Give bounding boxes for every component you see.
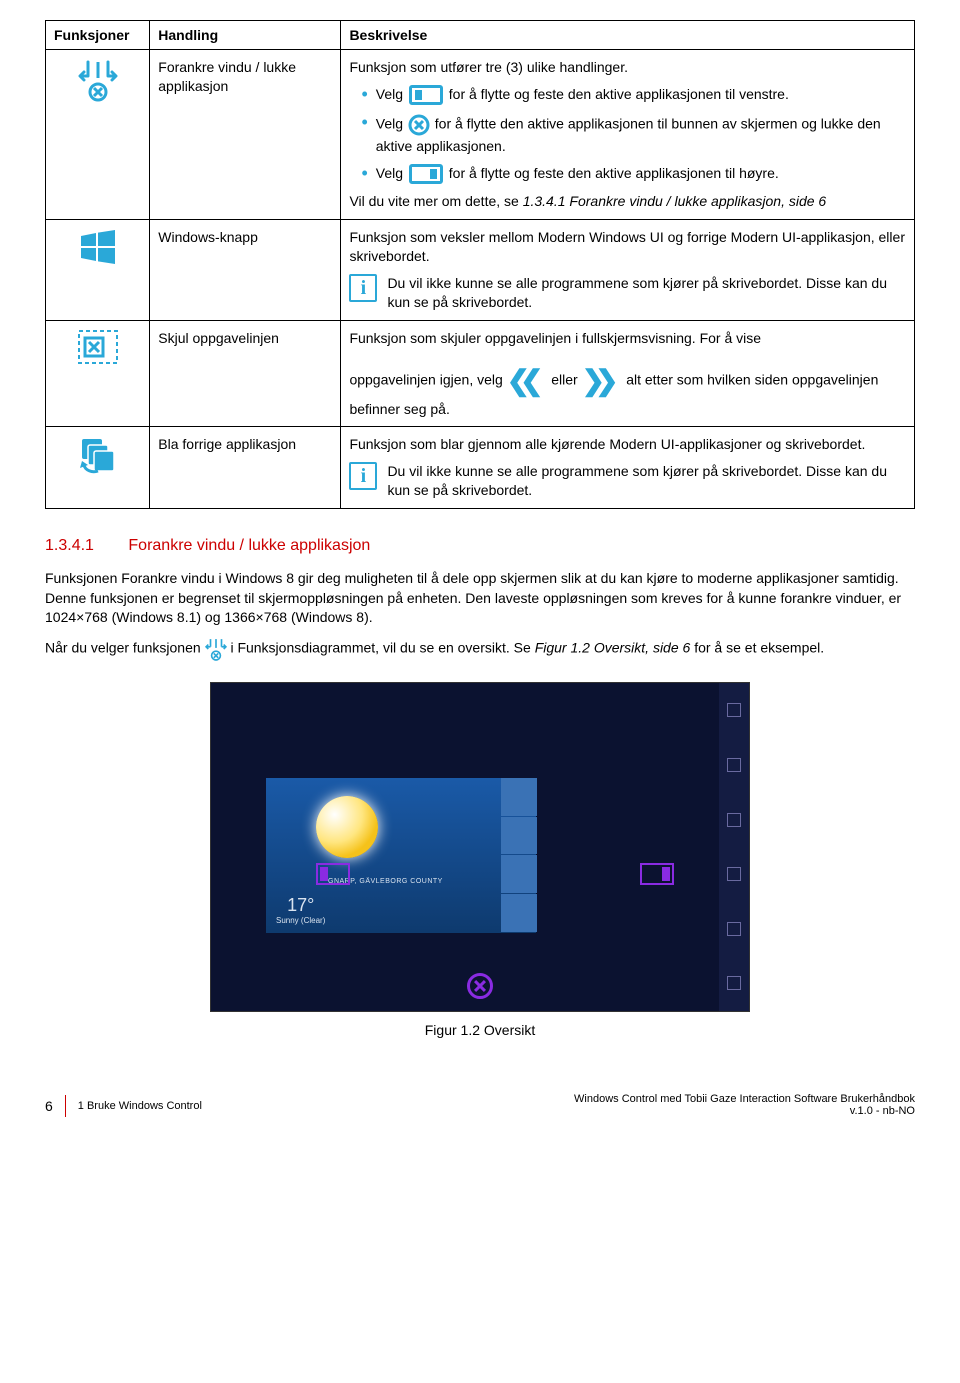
switch-app-icon	[78, 435, 118, 475]
tile-temp: 17°	[287, 895, 314, 915]
info-note: i Du vil ikke kunne se alle programmene …	[349, 462, 906, 500]
hide-taskbar-icon	[77, 329, 119, 365]
section-number: 1.3.4.1	[45, 537, 94, 554]
figure: GNARP, GÄVLEBORG COUNTY 17° Sunny (Clear…	[45, 682, 915, 1012]
footer-chapter: 1 Bruke Windows Control	[78, 1100, 202, 1112]
page-number: 6	[45, 1098, 53, 1114]
th-func: Funksjoner	[46, 21, 150, 50]
info-text: Du vil ikke kunne se alle programmene so…	[387, 274, 906, 312]
desc-text: Funksjon som blar gjennom alle kjørende …	[349, 435, 906, 454]
windows-logo-icon	[79, 228, 117, 266]
cell-handling: Forankre vindu / lukke applikasjon	[150, 50, 341, 220]
dock-close-icon	[205, 636, 227, 662]
text: for å se et eksempel.	[694, 640, 824, 656]
figure-title: Oversikt	[484, 1022, 535, 1038]
bullet-item: • Velg for å flytte og feste den aktive …	[349, 164, 906, 184]
table-row: Bla forrige applikasjon Funksjon som bla…	[46, 427, 915, 509]
tile-cond: Sunny (Clear)	[276, 916, 325, 925]
bullet-dot-icon: •	[361, 113, 367, 131]
text: Velg	[376, 165, 407, 181]
bullet-item: • Velg for å flytte og feste den aktive …	[349, 85, 906, 105]
text: i Funksjonsdiagrammet, vil du se en over…	[230, 640, 534, 656]
footer-divider	[65, 1095, 66, 1117]
section-heading: 1.3.4.1 Forankre vindu / lukke applikasj…	[45, 537, 915, 555]
body-text: Funksjonen Forankre vindu i Windows 8 gi…	[45, 569, 915, 628]
overlay-dock-right-icon	[640, 863, 674, 885]
cell-handling: Windows-knapp	[150, 220, 341, 321]
dock-left-icon	[409, 85, 443, 105]
cell-handling: Bla forrige applikasjon	[150, 427, 341, 509]
overlay-close-icon	[467, 973, 493, 999]
text: Når du velger funksjonen	[45, 640, 205, 656]
chevron-right-icon: ❯❯	[582, 362, 609, 400]
footer-version: v.1.0 - nb-NO	[574, 1105, 915, 1117]
footer-doc-title: Windows Control med Tobii Gaze Interacti…	[574, 1093, 915, 1105]
body-text: Når du velger funksjonen i Funksjonsdiag…	[45, 636, 915, 662]
info-note: i Du vil ikke kunne se alle programmene …	[349, 274, 906, 312]
figure-caption: Figur 1.2 Oversikt	[45, 1022, 915, 1038]
figure-number: Figur 1.2	[425, 1022, 480, 1038]
text: Velg	[376, 116, 407, 132]
section-title: Forankre vindu / lukke applikasjon	[128, 537, 370, 554]
overlay-dock-left-icon	[316, 863, 350, 885]
text: for å flytte og feste den aktive applika…	[449, 165, 779, 181]
info-icon: i	[349, 462, 377, 490]
chevron-left-icon: ❮❮	[507, 362, 534, 400]
desc-text: Funksjon som veksler mellom Modern Windo…	[349, 228, 906, 266]
bullet-dot-icon: •	[361, 164, 367, 182]
dock-right-icon	[409, 164, 443, 184]
text: eller	[551, 371, 581, 387]
desc-text: Funksjon som skjuler oppgavelinjen i ful…	[349, 329, 906, 348]
dock-close-icon	[78, 58, 118, 102]
text: for å flytte den aktive applikasjonen ti…	[376, 116, 881, 154]
bullet-dot-icon: •	[361, 85, 367, 103]
close-circle-icon	[407, 113, 431, 137]
text: Velg	[376, 86, 407, 102]
table-row: Skjul oppgavelinjen Funksjon som skjuler…	[46, 320, 915, 427]
info-text: Du vil ikke kunne se alle programmene so…	[387, 462, 906, 500]
table-row: Forankre vindu / lukke applikasjon Funks…	[46, 50, 915, 220]
table-row: Windows-knapp Funksjon som veksler mello…	[46, 220, 915, 321]
cross-ref: Figur 1.2 Oversikt, side 6	[535, 640, 691, 656]
figure-sidebar	[719, 683, 749, 1011]
th-handling: Handling	[150, 21, 341, 50]
th-desc: Beskrivelse	[341, 21, 915, 50]
figure-screenshot: GNARP, GÄVLEBORG COUNTY 17° Sunny (Clear…	[210, 682, 750, 1012]
text: for å flytte og feste den aktive applika…	[449, 86, 789, 102]
weather-tile: GNARP, GÄVLEBORG COUNTY 17° Sunny (Clear…	[266, 778, 536, 933]
desc-text: Funksjon som utfører tre (3) ulike handl…	[349, 58, 906, 77]
cross-ref: 1.3.4.1 Forankre vindu / lukke applikasj…	[523, 193, 827, 209]
info-icon: i	[349, 274, 377, 302]
bullet-item: • Velg for å flytte den aktive applikasj…	[349, 113, 906, 156]
page-footer: 6 1 Bruke Windows Control Windows Contro…	[0, 1093, 960, 1137]
text: Vil du vite mer om dette, se	[349, 193, 522, 209]
cell-handling: Skjul oppgavelinjen	[150, 320, 341, 427]
functions-table: Funksjoner Handling Beskrivelse Forankre…	[45, 20, 915, 509]
text: oppgavelinjen igjen, velg	[349, 371, 506, 387]
